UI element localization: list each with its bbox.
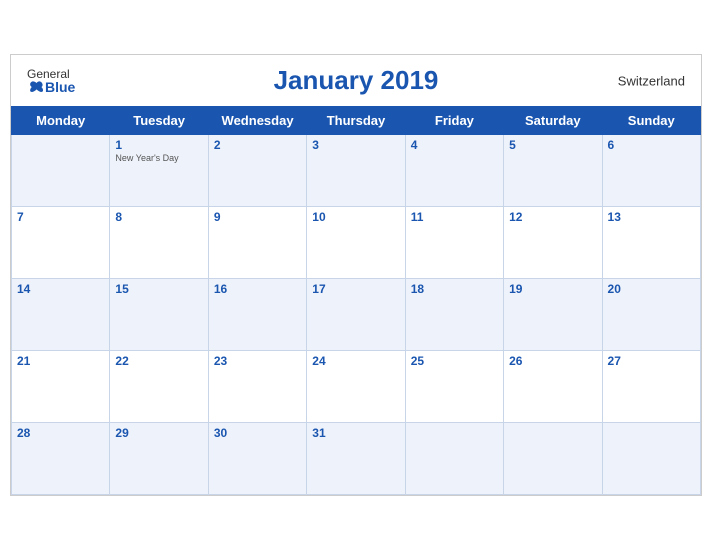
calendar-cell: 30: [208, 423, 306, 495]
calendar-cell: 11: [405, 207, 503, 279]
day-number: 7: [17, 210, 104, 224]
logo-blue-text: Blue: [27, 80, 75, 94]
calendar-cell: 7: [12, 207, 110, 279]
holiday-label: New Year's Day: [115, 153, 202, 163]
day-number: 17: [312, 282, 399, 296]
week-row-2: 789 10 11 12 13: [12, 207, 701, 279]
calendar-cell: 24: [307, 351, 405, 423]
calendar-cell: 31: [307, 423, 405, 495]
calendar-cell: 29: [110, 423, 208, 495]
day-number: 30: [214, 426, 301, 440]
day-number: 12: [509, 210, 596, 224]
day-number: 28: [17, 426, 104, 440]
day-header-wednesday: Wednesday: [208, 107, 306, 135]
calendar-cell: 14: [12, 279, 110, 351]
calendar-cell: 1New Year's Day: [110, 135, 208, 207]
logo: General Blue: [27, 68, 75, 94]
day-number: 2: [214, 138, 301, 152]
day-number: 3: [312, 138, 399, 152]
calendar-wrapper: General Blue January 2019 Switzerland Mo…: [10, 54, 702, 496]
calendar-cell: 6: [602, 135, 700, 207]
day-number: 29: [115, 426, 202, 440]
day-number: 20: [608, 282, 695, 296]
calendar-cell: 26: [504, 351, 602, 423]
day-number: 25: [411, 354, 498, 368]
calendar-cell: 9: [208, 207, 306, 279]
calendar-cell: 15: [110, 279, 208, 351]
week-row-3: 14 15 16 17 18 19 20: [12, 279, 701, 351]
calendar-cell: 18: [405, 279, 503, 351]
day-number: 24: [312, 354, 399, 368]
calendar-cell: 28: [12, 423, 110, 495]
day-number: 22: [115, 354, 202, 368]
day-number: 14: [17, 282, 104, 296]
day-number: 26: [509, 354, 596, 368]
calendar-cell: 4: [405, 135, 503, 207]
week-row-1: 1New Year's Day 23456: [12, 135, 701, 207]
day-number: 9: [214, 210, 301, 224]
day-number: 18: [411, 282, 498, 296]
day-header-thursday: Thursday: [307, 107, 405, 135]
calendar-cell: [504, 423, 602, 495]
calendar-header: General Blue January 2019 Switzerland: [11, 55, 701, 106]
calendar-cell: 20: [602, 279, 700, 351]
calendar-cell: 19: [504, 279, 602, 351]
week-row-4: 21 22 23 24 25 26 27: [12, 351, 701, 423]
calendar-cell: 23: [208, 351, 306, 423]
day-number: 6: [608, 138, 695, 152]
calendar-cell: 10: [307, 207, 405, 279]
calendar-cell: [405, 423, 503, 495]
day-number: 19: [509, 282, 596, 296]
day-header-friday: Friday: [405, 107, 503, 135]
day-number: 27: [608, 354, 695, 368]
calendar-cell: [12, 135, 110, 207]
calendar-cell: 22: [110, 351, 208, 423]
calendar-cell: 17: [307, 279, 405, 351]
day-number: 5: [509, 138, 596, 152]
day-number: 13: [608, 210, 695, 224]
calendar-cell: 21: [12, 351, 110, 423]
day-number: 16: [214, 282, 301, 296]
country-label: Switzerland: [618, 73, 685, 88]
day-number: 1: [115, 138, 202, 152]
calendar-cell: 27: [602, 351, 700, 423]
calendar-cell: 5: [504, 135, 602, 207]
day-number: 4: [411, 138, 498, 152]
calendar-cell: 3: [307, 135, 405, 207]
day-number: 21: [17, 354, 104, 368]
day-header-monday: Monday: [12, 107, 110, 135]
day-header-tuesday: Tuesday: [110, 107, 208, 135]
calendar-cell: 25: [405, 351, 503, 423]
calendar-cell: 13: [602, 207, 700, 279]
day-number: 23: [214, 354, 301, 368]
calendar-grid: MondayTuesdayWednesdayThursdayFridaySatu…: [11, 106, 701, 495]
calendar-cell: 8: [110, 207, 208, 279]
calendar-cell: 16: [208, 279, 306, 351]
week-row-5: 28 29 30 31: [12, 423, 701, 495]
day-number: 15: [115, 282, 202, 296]
day-number: 10: [312, 210, 399, 224]
day-headers-row: MondayTuesdayWednesdayThursdayFridaySatu…: [12, 107, 701, 135]
calendar-cell: 2: [208, 135, 306, 207]
day-header-saturday: Saturday: [504, 107, 602, 135]
day-number: 11: [411, 210, 498, 224]
day-number: 8: [115, 210, 202, 224]
day-header-sunday: Sunday: [602, 107, 700, 135]
calendar-cell: [602, 423, 700, 495]
logo-bird-icon: [27, 80, 43, 94]
calendar-cell: 12: [504, 207, 602, 279]
calendar-title: January 2019: [274, 65, 439, 96]
day-number: 31: [312, 426, 399, 440]
